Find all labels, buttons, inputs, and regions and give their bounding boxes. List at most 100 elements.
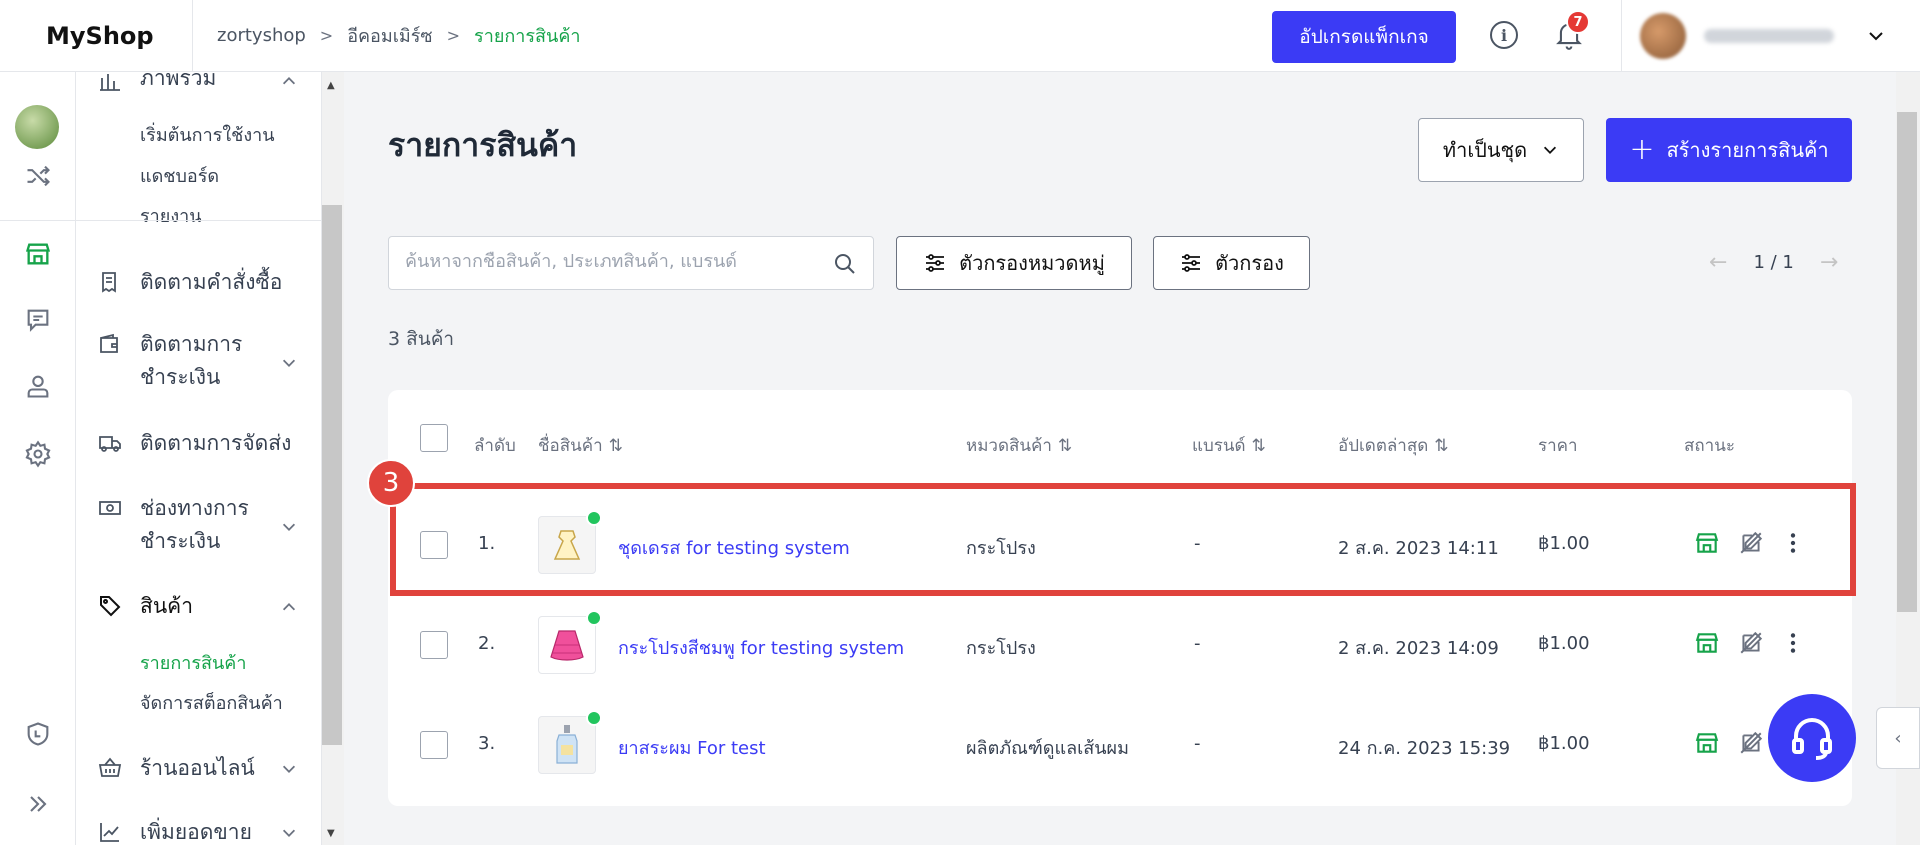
- sidebar-sub-stock-management[interactable]: จัดการสต็อกสินค้า: [140, 688, 283, 717]
- chevron-down-icon: [282, 359, 296, 367]
- store-icon[interactable]: [1694, 730, 1720, 756]
- page-indicator: 1 / 1: [1753, 252, 1794, 273]
- search-box[interactable]: [388, 236, 874, 290]
- sidebar-item-label: ชำระเงิน: [140, 365, 221, 389]
- sliders-icon: [1182, 254, 1201, 272]
- store-icon[interactable]: [24, 240, 52, 268]
- user-menu[interactable]: [1621, 0, 1920, 72]
- truck-icon: [99, 436, 121, 452]
- sidebar-sub-getting-started[interactable]: เริ่มต้นการใช้งาน: [140, 120, 275, 149]
- sidebar-sub-reports[interactable]: รายงาน: [140, 201, 202, 230]
- step-number-badge: 3: [367, 459, 415, 507]
- product-name-link[interactable]: กระโปรงสีชมพู for testing system: [618, 633, 904, 662]
- sort-icon[interactable]: ⇅: [609, 436, 623, 456]
- store-icon[interactable]: [1694, 630, 1720, 656]
- app-logo[interactable]: MyShop: [0, 0, 193, 72]
- shampoo-icon[interactable]: [538, 716, 596, 774]
- collapse-panel-tab[interactable]: ‹: [1876, 707, 1920, 769]
- pagination: ← 1 / 1 →: [1709, 250, 1838, 275]
- breadcrumb-item-current: รายการสินค้า: [474, 26, 581, 47]
- status-dot: [586, 610, 602, 626]
- shuffle-icon[interactable]: [24, 162, 52, 190]
- sidebar: ภาพรวม เริ่มต้นการใช้งาน แดชบอร์ด รายงาน…: [76, 72, 322, 845]
- page-title: รายการสินค้า: [388, 126, 578, 164]
- edit-slash-icon[interactable]: [1738, 630, 1764, 656]
- column-header-updated[interactable]: อัปเดตล่าสุด ⇅: [1338, 432, 1449, 459]
- row-index: 2.: [478, 633, 496, 654]
- create-product-button[interactable]: + สร้างรายการสินค้า: [1606, 118, 1852, 182]
- sidebar-item-label: ติดตามคำสั่งซื้อ: [140, 270, 283, 294]
- chevron-up-icon: [282, 603, 296, 611]
- upgrade-package-button[interactable]: อัปเกรดแพ็กเกจ: [1272, 11, 1456, 63]
- chart-icon: [100, 74, 120, 91]
- scroll-up-arrow-icon[interactable]: ▲: [327, 80, 335, 91]
- shop-avatar[interactable]: [15, 105, 59, 149]
- shield-icon[interactable]: [24, 720, 52, 748]
- product-name-link[interactable]: ยาสระผม For test: [618, 733, 766, 762]
- sidebar-item-label: เพิ่มยอดขาย: [140, 820, 252, 844]
- category-filter-button[interactable]: ตัวกรองหมวดหมู่: [896, 236, 1132, 290]
- create-product-label: สร้างรายการสินค้า: [1666, 138, 1829, 162]
- row-checkbox[interactable]: [420, 631, 448, 659]
- info-icon[interactable]: i: [1490, 21, 1518, 49]
- sidebar-item-label: ร้านออนไลน์: [140, 756, 255, 780]
- basket-icon: [98, 757, 122, 777]
- search-icon[interactable]: [833, 252, 857, 276]
- row-checkbox[interactable]: [420, 731, 448, 759]
- product-price: ฿1.00: [1538, 733, 1590, 754]
- row-index: 3.: [478, 733, 496, 754]
- breadcrumb-item-ecommerce[interactable]: อีคอมเมิร์ซ: [347, 21, 432, 50]
- category-filter-label: ตัวกรองหมวดหมู่: [959, 251, 1105, 275]
- sidebar-sub-dashboard[interactable]: แดชบอร์ด: [140, 161, 219, 190]
- arrow-right-icon[interactable]: →: [1820, 250, 1838, 275]
- select-all-checkbox[interactable]: [420, 424, 448, 452]
- sort-icon[interactable]: ⇅: [1434, 436, 1448, 456]
- highlight-box: [390, 483, 1856, 596]
- product-brand: -: [1194, 733, 1201, 754]
- chevron-left-icon: ‹: [1894, 727, 1902, 749]
- filter-button[interactable]: ตัวกรอง: [1153, 236, 1310, 290]
- product-table: ลำดับ ชื่อสินค้า ⇅ หมวดสินค้า ⇅ แบรนด์ ⇅ อั…: [388, 390, 1852, 806]
- scroll-down-arrow-icon[interactable]: ▼: [327, 828, 335, 839]
- arrow-left-icon[interactable]: ←: [1709, 250, 1727, 275]
- sidebar-scrollbar-thumb[interactable]: [322, 205, 342, 745]
- user-name-blurred: [1704, 29, 1834, 43]
- sidebar-item-label: ช่องทางการ: [140, 496, 249, 520]
- search-input[interactable]: [405, 251, 825, 272]
- column-header-status: สถานะ: [1684, 436, 1735, 456]
- chevron-up-icon: [282, 77, 296, 85]
- column-header-category[interactable]: หมวดสินค้า ⇅: [966, 432, 1072, 459]
- column-header-brand[interactable]: แบรนด์ ⇅: [1192, 432, 1266, 459]
- gear-icon[interactable]: [24, 440, 52, 468]
- wallet-icon: [100, 333, 118, 353]
- user-icon[interactable]: [24, 372, 52, 400]
- avatar: [1640, 13, 1686, 59]
- sort-icon[interactable]: ⇅: [1058, 436, 1072, 456]
- chevron-down-icon: [1544, 146, 1557, 154]
- skirt-icon[interactable]: [538, 616, 596, 674]
- support-button[interactable]: [1768, 694, 1856, 782]
- sidebar-sub-product-list[interactable]: รายการสินค้า: [140, 648, 246, 677]
- batch-action-button[interactable]: ทำเป็นชุด: [1418, 118, 1584, 182]
- more-vertical-icon[interactable]: [1780, 630, 1806, 656]
- status-dot: [586, 710, 602, 726]
- sort-icon[interactable]: ⇅: [1252, 436, 1266, 456]
- product-category: กระโปรง: [966, 638, 1036, 659]
- sliders-icon: [926, 254, 945, 272]
- sidebar-item-label: ชำระเงิน: [140, 529, 221, 553]
- expand-double-chevron-icon[interactable]: [24, 790, 52, 818]
- chevron-down-icon: [282, 523, 296, 531]
- tag-icon: [100, 596, 121, 617]
- growth-chart-icon: [100, 823, 119, 842]
- product-updated: 24 ก.ค. 2023 15:39: [1338, 738, 1511, 759]
- column-header-name[interactable]: ชื่อสินค้า ⇅: [538, 432, 623, 459]
- page-scrollbar-thumb[interactable]: [1897, 112, 1917, 612]
- headset-icon: [1792, 718, 1832, 760]
- icon-rail: [0, 72, 76, 845]
- filter-label: ตัวกรอง: [1215, 251, 1284, 275]
- edit-slash-icon[interactable]: [1738, 730, 1764, 756]
- chevron-down-icon: [1869, 32, 1883, 41]
- chat-icon[interactable]: [24, 306, 52, 334]
- breadcrumb-item-shop[interactable]: zortyshop: [217, 25, 306, 46]
- product-updated: 2 ส.ค. 2023 14:09: [1338, 638, 1499, 659]
